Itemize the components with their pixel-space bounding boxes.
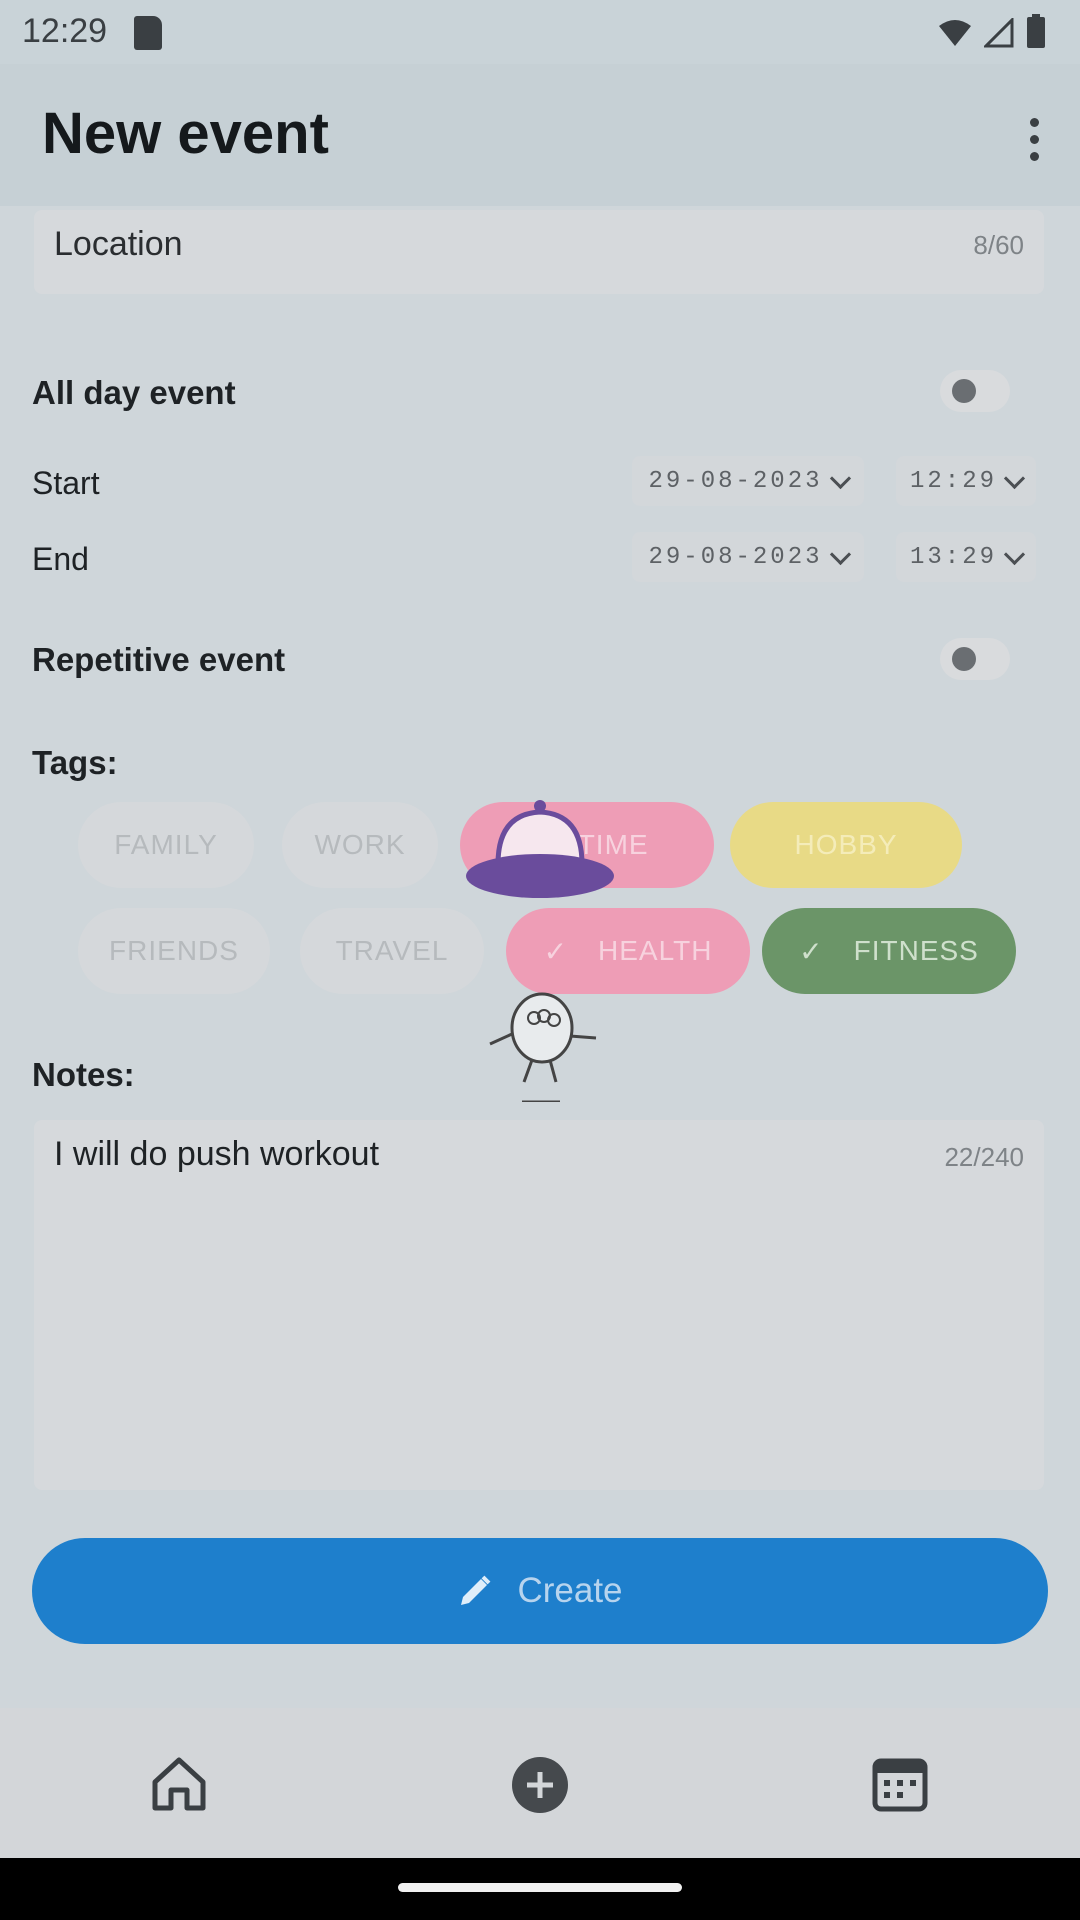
page-title: New event — [42, 101, 329, 166]
repetitive-label: Repetitive event — [32, 641, 286, 678]
start-date-picker[interactable]: 29-08-2023 — [632, 456, 864, 506]
home-gesture-handle[interactable] — [398, 1883, 682, 1892]
sd-card-icon — [134, 16, 162, 50]
all-day-label: All day event — [32, 374, 236, 411]
start-time-picker[interactable]: 12:29 — [896, 456, 1036, 506]
toggle-knob — [952, 647, 976, 671]
bell-illustration — [466, 800, 614, 898]
end-date-value: 29-08-2023 — [648, 543, 823, 571]
tag-label: WORK — [314, 829, 406, 860]
end-date-picker[interactable]: 29-08-2023 — [632, 532, 864, 582]
character-illustration — [489, 992, 597, 1102]
create-label: Create — [517, 1571, 623, 1610]
start-label: Start — [32, 465, 100, 501]
chevron-down-icon — [1003, 543, 1026, 565]
tags-label: Tags: — [32, 744, 118, 781]
signal-icon — [984, 18, 1014, 48]
tag-chip-fitness[interactable]: ✓ FITNESS — [762, 908, 1016, 994]
end-label: End — [32, 541, 89, 577]
tag-label: FITNESS — [853, 935, 979, 966]
calendar-icon[interactable] — [872, 1758, 928, 1812]
start-date-value: 29-08-2023 — [648, 467, 823, 495]
wifi-icon — [939, 20, 971, 46]
end-time-picker[interactable]: 13:29 — [896, 532, 1036, 582]
create-button[interactable]: Create — [32, 1538, 1048, 1644]
notes-field[interactable] — [34, 1120, 1044, 1490]
chevron-down-icon — [829, 543, 851, 565]
tag-chip-family[interactable]: FAMILY — [78, 802, 254, 888]
location-counter: 8/60 — [973, 230, 1024, 260]
home-icon[interactable] — [150, 1756, 208, 1812]
chevron-down-icon — [1003, 467, 1026, 489]
tag-chip-health[interactable]: ✓ HEALTH — [506, 908, 750, 994]
more-options-icon[interactable] — [1030, 118, 1040, 161]
check-icon: ✓ — [799, 935, 824, 967]
tag-chip-friends[interactable]: FRIENDS — [78, 908, 270, 994]
status-icons — [938, 14, 1046, 48]
check-icon: ✓ — [543, 935, 569, 967]
location-label: Location — [54, 225, 183, 263]
tag-label: HEALTH — [598, 935, 713, 966]
tag-chip-work[interactable]: WORK — [282, 802, 438, 888]
add-icon[interactable] — [510, 1755, 570, 1815]
notes-counter: 22/240 — [944, 1142, 1024, 1172]
battery-icon — [1027, 14, 1045, 48]
tag-chip-hobby[interactable]: HOBBY — [730, 802, 962, 888]
start-time-value: 12:29 — [909, 467, 997, 495]
end-time-value: 13:29 — [909, 543, 997, 571]
tag-label: TRAVEL — [335, 935, 449, 966]
notes-label: Notes: — [32, 1056, 135, 1093]
tag-label: HOBBY — [794, 829, 898, 860]
chevron-down-icon — [829, 467, 851, 489]
pencil-icon — [461, 1575, 491, 1605]
tag-label: FRIENDS — [109, 935, 239, 966]
repetitive-toggle[interactable] — [940, 638, 1010, 680]
location-field[interactable] — [34, 210, 1044, 294]
toggle-knob — [952, 379, 976, 403]
tag-chip-travel[interactable]: TRAVEL — [300, 908, 484, 994]
notes-value: I will do push workout — [54, 1135, 380, 1173]
status-time: 12:29 — [22, 12, 108, 50]
status-bar — [0, 0, 1080, 64]
tag-label: FAMILY — [114, 829, 218, 860]
all-day-toggle[interactable] — [940, 370, 1010, 412]
